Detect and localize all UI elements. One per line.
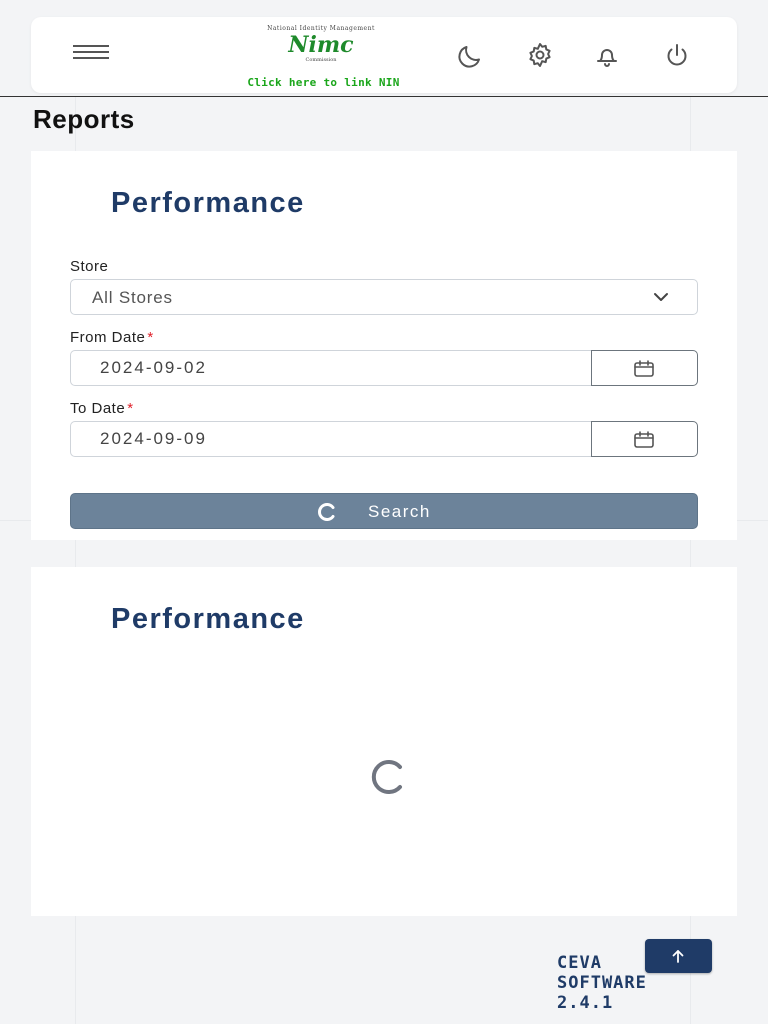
gear-icon[interactable]: [522, 39, 558, 71]
loading-spinner-icon: [371, 760, 402, 794]
to-date-input[interactable]: 2024-09-09: [70, 421, 592, 457]
store-select-value: All Stores: [92, 288, 173, 307]
calendar-icon: [634, 431, 654, 448]
from-date-label: From Date *: [70, 329, 154, 346]
header-divider: [0, 96, 768, 97]
from-date-picker-button[interactable]: [591, 350, 698, 386]
bell-icon[interactable]: [589, 39, 625, 71]
top-navbar: National Identity Management Nimc Commis…: [31, 17, 737, 93]
spinner-icon: [318, 503, 335, 521]
footer-line-1: CEVA: [557, 953, 602, 973]
store-label-text: Store: [70, 258, 109, 275]
menu-icon[interactable]: [73, 45, 109, 63]
link-nin-text[interactable]: Click here to link NIN: [211, 76, 436, 89]
required-mark: *: [127, 400, 134, 417]
to-date-group: 2024-09-09: [70, 421, 698, 457]
search-button-label: Search: [368, 502, 431, 521]
from-date-label-text: From Date: [70, 329, 146, 346]
arrow-up-icon: [672, 950, 684, 963]
to-date-label: To Date *: [70, 400, 134, 417]
search-button[interactable]: Search: [70, 493, 698, 529]
footer-line-2: SOFTWARE: [557, 973, 647, 993]
power-icon[interactable]: [659, 39, 695, 71]
store-select[interactable]: All Stores: [70, 279, 698, 315]
from-date-input[interactable]: 2024-09-02: [70, 350, 592, 386]
filter-card-title: Performance: [111, 187, 305, 219]
footer-line-3: 2.4.1: [557, 993, 614, 1013]
result-card-title: Performance: [111, 603, 305, 635]
moon-icon[interactable]: [452, 39, 488, 71]
from-date-value: 2024-09-02: [100, 358, 207, 377]
nimc-logo: Nimc: [288, 32, 354, 58]
nimc-sub-text: Commission: [305, 57, 337, 63]
to-date-picker-button[interactable]: [591, 421, 698, 457]
app-version: CEVA SOFTWARE 2.4.1: [557, 953, 647, 1013]
result-card: Performance: [31, 567, 737, 916]
store-label: Store: [70, 258, 108, 275]
to-date-value: 2024-09-09: [100, 429, 207, 448]
chevron-down-icon: [654, 293, 668, 301]
from-date-group: 2024-09-02: [70, 350, 698, 386]
nimc-link-banner[interactable]: National Identity Management Nimc Commis…: [211, 25, 431, 89]
required-mark: *: [147, 329, 154, 346]
scroll-to-top-button[interactable]: [645, 939, 712, 973]
calendar-icon: [634, 360, 654, 377]
filter-card: Performance Store All Stores From Date * …: [31, 151, 737, 540]
to-date-label-text: To Date: [70, 400, 126, 417]
page-title: Reports: [33, 104, 135, 134]
